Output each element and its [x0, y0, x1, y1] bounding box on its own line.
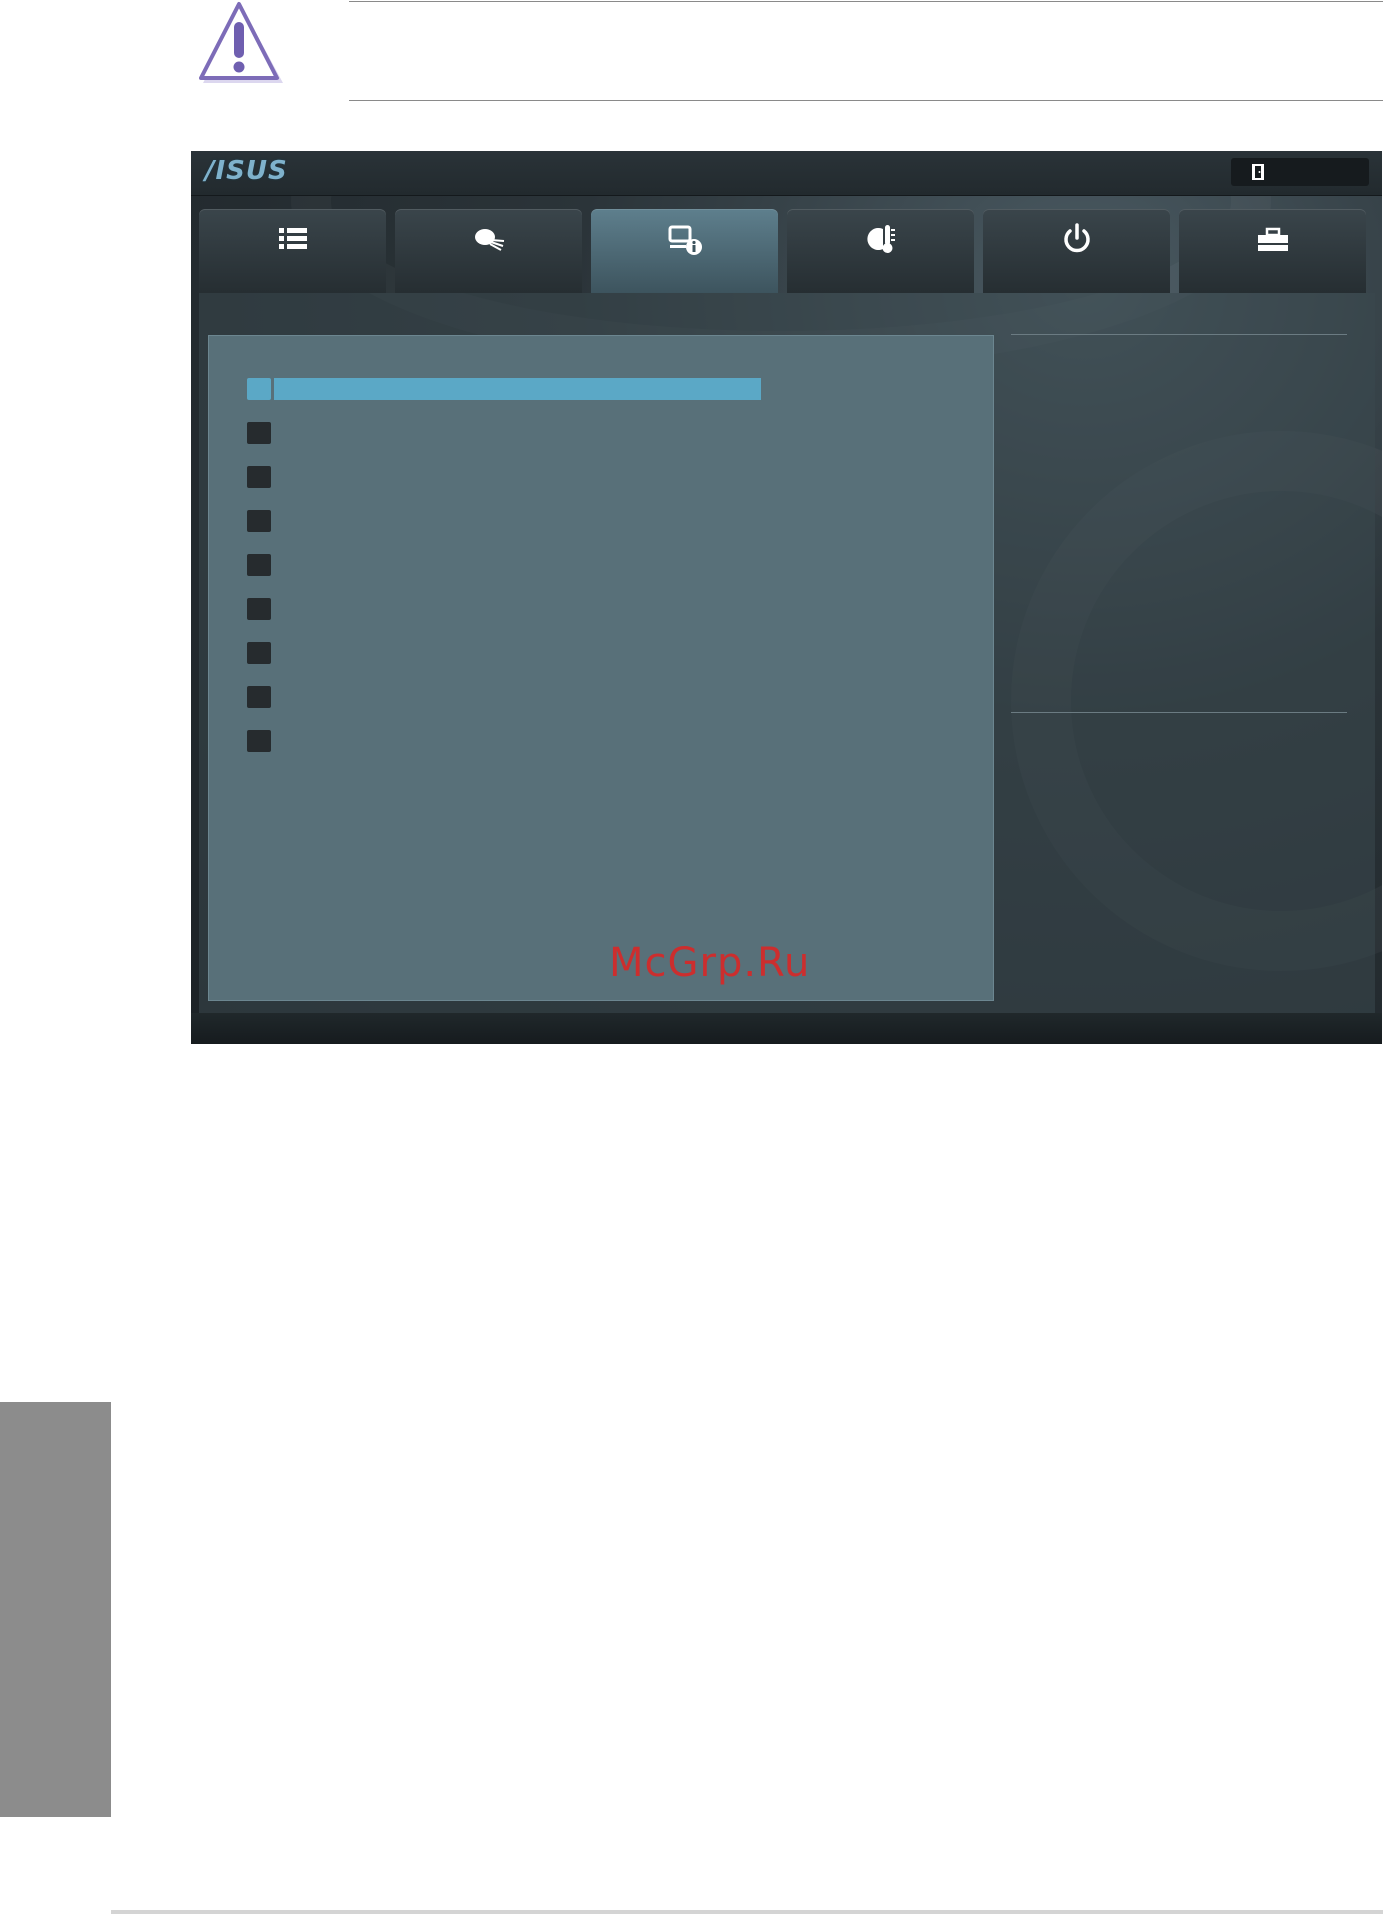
bios-header: /ISUS: [191, 151, 1382, 196]
item-bullet: [247, 554, 271, 576]
tab-main[interactable]: [199, 209, 386, 293]
bios-footer: [191, 1013, 1382, 1044]
bios-tab-bar: [199, 209, 1375, 293]
watermark: McGrp.Ru: [609, 940, 811, 986]
note-top-rule: [349, 1, 1383, 2]
toolbox-icon: [1258, 227, 1288, 251]
menu-item[interactable]: [247, 642, 647, 664]
exit-button[interactable]: [1231, 158, 1369, 186]
menu-panel: McGrp.Ru: [208, 335, 994, 1001]
bios-screenshot: /ISUS McGrp.Ru: [191, 151, 1382, 1044]
menu-item-selected[interactable]: [247, 378, 761, 400]
page-bottom-rule: [111, 1910, 1383, 1914]
power-icon: [1064, 223, 1090, 253]
tab-tool[interactable]: [1179, 209, 1366, 293]
menu-item[interactable]: [247, 422, 647, 444]
manual-page: /ISUS McGrp.Ru: [0, 0, 1383, 1921]
menu-item[interactable]: [247, 466, 647, 488]
item-bullet: [247, 422, 271, 444]
tab-boot[interactable]: [983, 209, 1170, 293]
item-bullet: [247, 642, 271, 664]
tab-advanced[interactable]: [591, 209, 778, 293]
selection-highlight: [274, 378, 761, 400]
chapter-side-tab: [0, 1402, 111, 1817]
menu-item[interactable]: [247, 686, 647, 708]
tab-ai-tweaker[interactable]: [395, 209, 582, 293]
menu-item[interactable]: [247, 554, 647, 576]
item-bullet: [247, 730, 271, 752]
note-bottom-rule: [349, 100, 1383, 101]
item-bullet: [247, 378, 271, 400]
menu-item[interactable]: [247, 730, 647, 752]
list-icon: [279, 228, 307, 249]
cpu-speed-icon: [475, 229, 505, 251]
item-bullet: [247, 686, 271, 708]
tab-monitor[interactable]: [787, 209, 974, 293]
warning-icon: [199, 2, 283, 83]
asus-logo: /ISUS: [205, 156, 288, 186]
system-info-icon: [668, 225, 702, 255]
menu-item[interactable]: [247, 598, 647, 620]
item-bullet: [247, 510, 271, 532]
help-panel-divider: [1011, 712, 1347, 713]
help-panel-top-rule: [1011, 334, 1347, 335]
temperature-icon: [867, 225, 895, 253]
exit-door-icon: [1252, 164, 1264, 180]
item-bullet: [247, 598, 271, 620]
menu-item[interactable]: [247, 510, 647, 532]
item-bullet: [247, 466, 271, 488]
